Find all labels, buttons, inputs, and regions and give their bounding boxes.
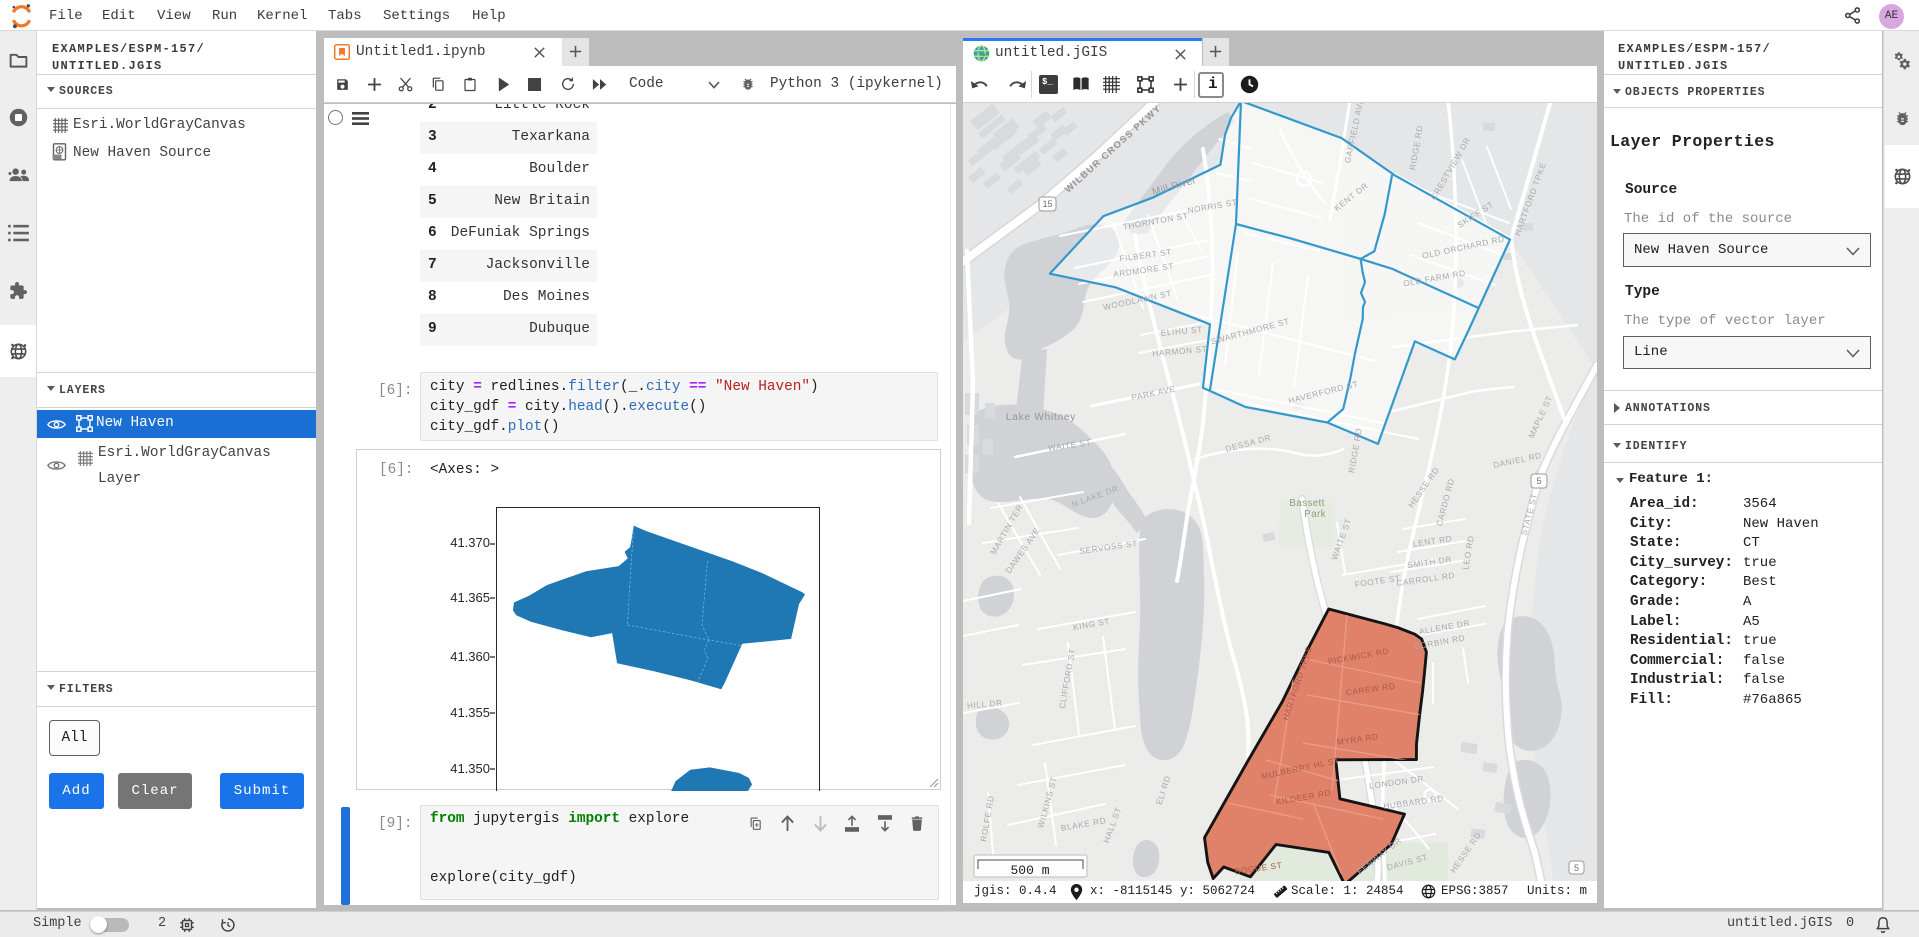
svg-text:5: 5 bbox=[1574, 863, 1579, 873]
svg-text:15: 15 bbox=[1042, 199, 1052, 209]
svg-text:500 m: 500 m bbox=[1010, 863, 1049, 878]
svg-text:Bassett: Bassett bbox=[1289, 498, 1324, 509]
svg-text:Lake Whitney: Lake Whitney bbox=[1006, 412, 1076, 423]
svg-text:Park: Park bbox=[1304, 509, 1326, 520]
svg-text:5: 5 bbox=[1536, 476, 1541, 486]
